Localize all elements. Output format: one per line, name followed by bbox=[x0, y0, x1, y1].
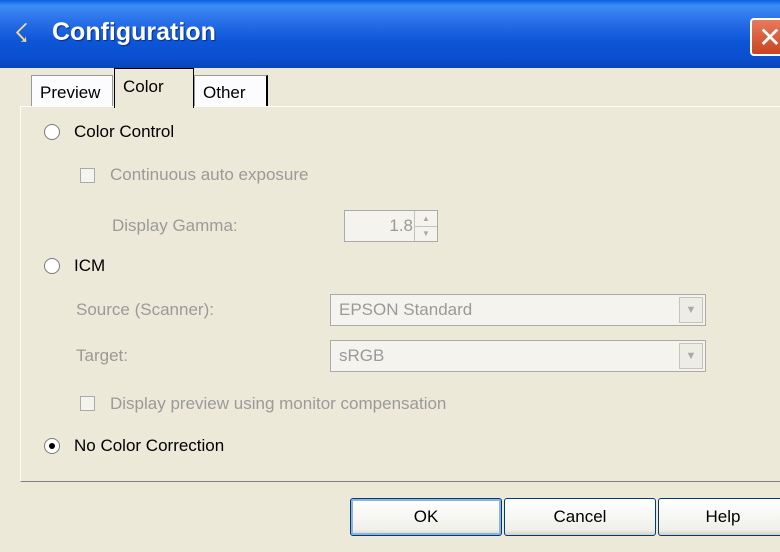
spin-down-icon[interactable]: ▼ bbox=[415, 226, 437, 241]
spin-up-icon[interactable]: ▲ bbox=[415, 211, 437, 227]
cancel-button[interactable]: Cancel bbox=[504, 498, 656, 536]
continuous-auto-exposure-label: Continuous auto exposure bbox=[110, 165, 309, 184]
target-value: sRGB bbox=[339, 346, 385, 365]
ok-button[interactable]: OK bbox=[350, 498, 502, 536]
display-gamma-spinner[interactable]: 1.8 ▲ ▼ bbox=[344, 210, 438, 242]
display-gamma-value: 1.8 bbox=[389, 216, 413, 235]
chevron-down-icon[interactable]: ▼ bbox=[679, 343, 703, 369]
tab-preview[interactable]: Preview bbox=[31, 75, 113, 107]
color-control-radio[interactable] bbox=[44, 124, 60, 140]
monitor-compensation-checkbox[interactable] bbox=[80, 396, 95, 411]
display-gamma-spin-buttons: ▲ ▼ bbox=[414, 211, 437, 241]
configuration-dialog: ☇ Configuration ✕ Preview Color Other Co… bbox=[0, 0, 780, 552]
title-bar[interactable]: ☇ Configuration ✕ bbox=[0, 0, 780, 68]
window-title: Configuration bbox=[52, 18, 216, 46]
target-label: Target: bbox=[76, 346, 128, 365]
scanner-app-icon: ☇ bbox=[14, 18, 29, 48]
icm-radio[interactable] bbox=[44, 258, 60, 274]
no-color-correction-label: No Color Correction bbox=[74, 436, 225, 455]
color-control-label: Color Control bbox=[74, 122, 175, 141]
no-color-correction-radio[interactable] bbox=[44, 438, 60, 454]
close-icon: ✕ bbox=[758, 22, 780, 53]
help-button[interactable]: Help bbox=[658, 498, 780, 536]
icm-label: ICM bbox=[74, 256, 106, 275]
monitor-compensation-label: Display preview using monitor compensati… bbox=[110, 394, 447, 413]
source-scanner-label: Source (Scanner): bbox=[76, 300, 214, 319]
display-gamma-label: Display Gamma: bbox=[112, 216, 238, 235]
source-scanner-value: EPSON Standard bbox=[339, 300, 473, 319]
tab-other[interactable]: Other bbox=[194, 75, 268, 107]
continuous-auto-exposure-checkbox[interactable] bbox=[80, 168, 95, 183]
chevron-down-icon[interactable]: ▼ bbox=[679, 297, 703, 323]
target-select[interactable]: sRGB ▼ bbox=[330, 340, 706, 372]
source-scanner-select[interactable]: EPSON Standard ▼ bbox=[330, 294, 706, 326]
close-button[interactable]: ✕ bbox=[750, 18, 780, 56]
tab-color[interactable]: Color bbox=[114, 68, 194, 108]
